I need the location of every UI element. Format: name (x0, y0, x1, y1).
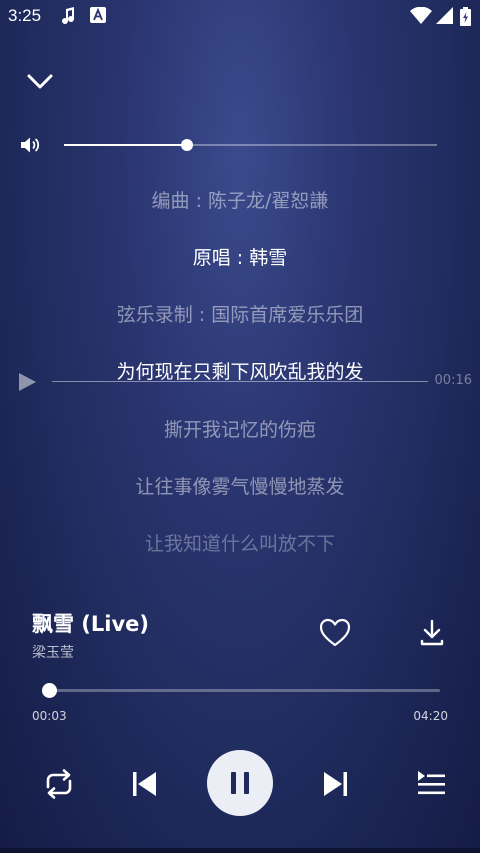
song-title: 飘雪 (Live) (32, 612, 150, 636)
progress-thumb[interactable] (41, 683, 57, 698)
volume-slider[interactable] (64, 139, 437, 151)
next-button[interactable] (320, 768, 350, 804)
lyric-line: 编曲 : 陈子龙/翟恕謙 (151, 190, 329, 212)
total-time: 04:20 (413, 709, 448, 723)
lyric-line: 让往事像雾气慢慢地蒸发 (135, 476, 345, 498)
speaker-icon[interactable] (20, 136, 42, 154)
lyric-seek-indicator: 00:16 (14, 368, 480, 396)
wifi-icon (410, 6, 432, 29)
pause-button[interactable] (207, 750, 273, 816)
heart-icon (318, 618, 352, 653)
volume-slider-thumb[interactable] (181, 139, 194, 151)
skip-next-icon (320, 772, 350, 804)
download-button[interactable] (416, 617, 448, 649)
notification-a-icon (90, 7, 106, 27)
repeat-button[interactable] (40, 768, 78, 804)
music-note-icon (60, 7, 76, 29)
play-from-line-icon[interactable] (16, 372, 38, 396)
lyric-line-current: 原唱 : 韩雪 (192, 247, 288, 269)
previous-button[interactable] (130, 768, 160, 804)
playback-progress-bar[interactable] (41, 683, 440, 698)
navigation-bar (0, 848, 480, 853)
status-bar: 3:25 (0, 0, 480, 34)
chevron-down-icon (24, 74, 56, 100)
repeat-icon (40, 769, 78, 804)
lyric-line: 撕开我记忆的伤疤 (163, 419, 316, 441)
pause-icon (228, 770, 252, 800)
favorite-button[interactable] (318, 617, 352, 649)
volume-slider-fill (64, 144, 188, 146)
playlist-icon (414, 771, 448, 804)
status-time: 3:25 (8, 6, 42, 25)
playlist-button[interactable] (414, 768, 448, 804)
volume-control (20, 132, 440, 158)
lyric-line: 弦乐录制 : 国际首席爱乐乐团 (116, 304, 364, 326)
seek-rule (52, 381, 428, 382)
seek-time: 00:16 (434, 373, 472, 388)
skip-previous-icon (130, 772, 160, 804)
collapse-button[interactable] (24, 68, 56, 96)
download-icon (416, 619, 448, 653)
battery-charging-icon (460, 7, 471, 30)
signal-icon (436, 7, 454, 29)
song-artist[interactable]: 梁玉莹 (32, 642, 74, 662)
current-time: 00:03 (32, 709, 67, 723)
lyric-line: 让我知道什么叫放不下 (144, 533, 335, 555)
